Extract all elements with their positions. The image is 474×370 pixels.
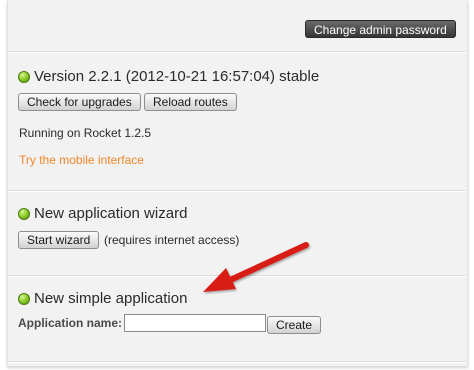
red-arrow-icon <box>203 242 309 292</box>
